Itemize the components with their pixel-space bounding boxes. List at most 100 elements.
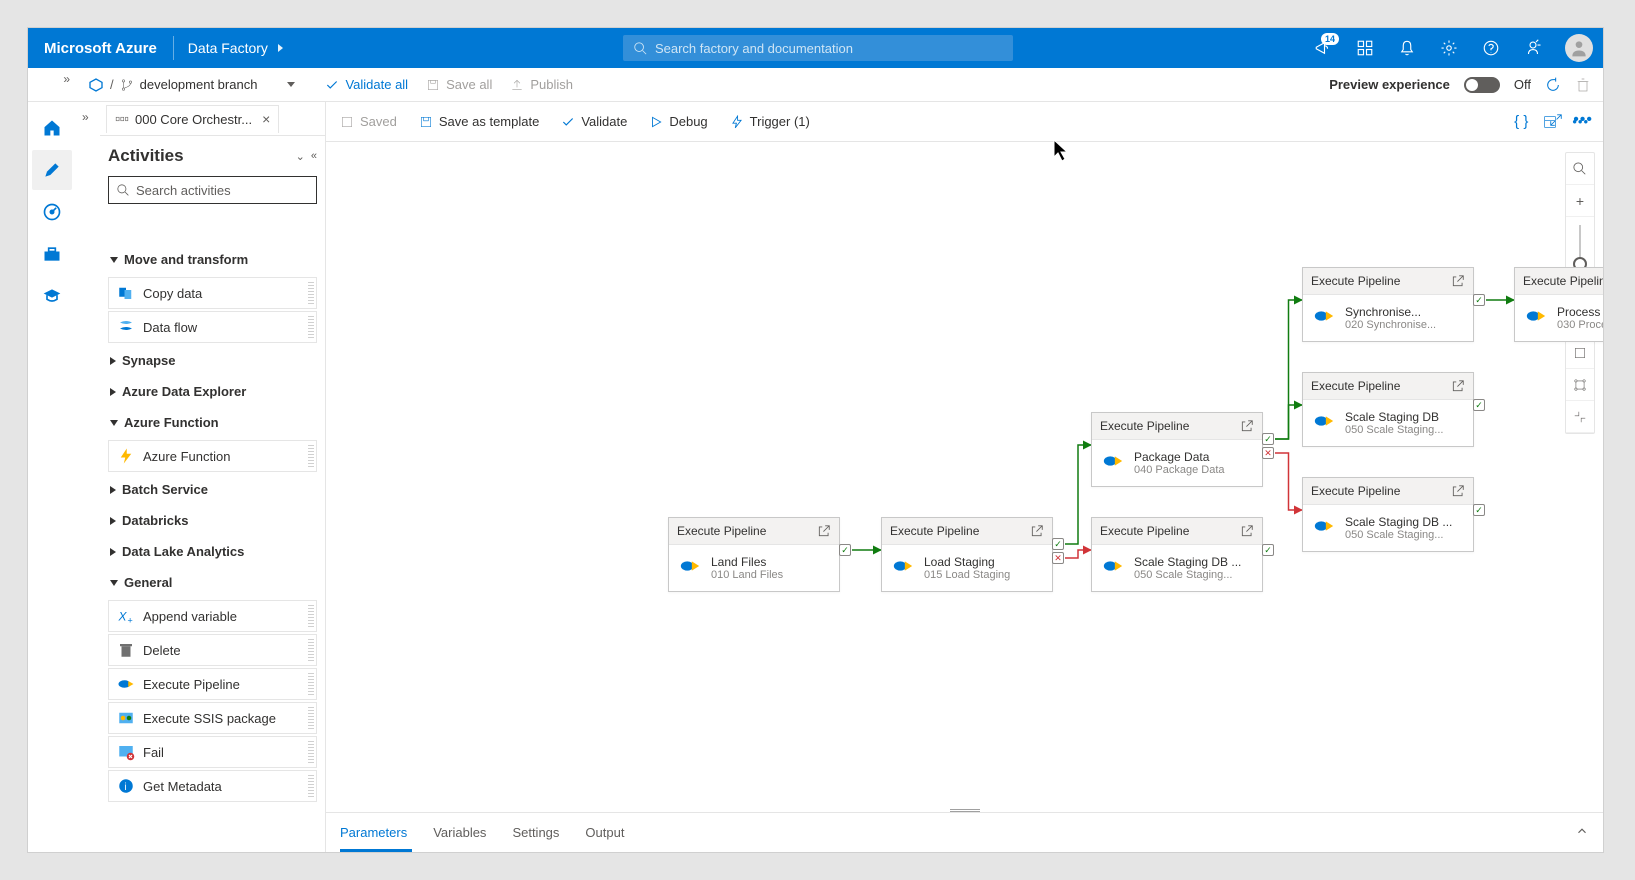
main-area: ••• Saved Save as template Validate Debu…	[326, 102, 1603, 852]
activity-category[interactable]: Synapse	[104, 345, 321, 376]
user-icon	[1569, 38, 1589, 58]
pipeline-node[interactable]: Execute Pipeline Load Staging015 Load St…	[881, 517, 1053, 592]
expand-panel-icon[interactable]	[1575, 824, 1589, 841]
chevron-down-icon	[110, 420, 118, 426]
validate-button[interactable]: Validate	[561, 114, 627, 129]
minimize-icon[interactable]	[1566, 401, 1594, 433]
activity-category[interactable]: Batch Service	[104, 474, 321, 505]
search-input[interactable]: Search factory and documentation	[623, 35, 1013, 61]
failure-port[interactable]: ✕	[1262, 447, 1274, 459]
activity-item[interactable]: Delete	[108, 634, 317, 666]
tab-variables[interactable]: Variables	[433, 825, 486, 840]
json-view-button[interactable]: { }	[1514, 113, 1528, 130]
activities-search-input[interactable]: Search activities	[108, 176, 317, 204]
success-port[interactable]: ✓	[1473, 504, 1485, 516]
activities-list[interactable]: Move and transformCopy dataData flowSyna…	[100, 242, 325, 852]
success-port[interactable]: ✓	[1262, 433, 1274, 445]
validate-all-button[interactable]: Validate all	[325, 77, 408, 92]
chevron-down-icon	[110, 580, 118, 586]
trigger-button[interactable]: Trigger (1)	[730, 114, 810, 129]
success-port[interactable]: ✓	[839, 544, 851, 556]
pipeline-tab[interactable]: 000 Core Orchestr... ×	[106, 105, 279, 133]
expand-rail-icon[interactable]: »	[63, 72, 70, 86]
canvas-search-icon[interactable]	[1566, 153, 1594, 185]
collapse-icon[interactable]: ⌄	[296, 150, 305, 163]
open-icon[interactable]	[1240, 419, 1254, 433]
layout-icon[interactable]	[1566, 369, 1594, 401]
activity-category[interactable]: Databricks	[104, 505, 321, 536]
tab-parameters[interactable]: Parameters	[340, 825, 407, 840]
open-icon[interactable]	[1240, 524, 1254, 538]
open-icon[interactable]	[1451, 484, 1465, 498]
pipeline-node[interactable]: Execute Pipeline Process Analytics...030…	[1514, 267, 1603, 342]
branch-name: development branch	[140, 77, 258, 92]
success-port[interactable]: ✓	[1052, 538, 1064, 550]
activity-category[interactable]: Data Lake Analytics	[104, 536, 321, 567]
help-button[interactable]	[1471, 28, 1511, 68]
success-port[interactable]: ✓	[1262, 544, 1274, 556]
rail-author[interactable]	[32, 150, 72, 190]
activity-item[interactable]: X+Append variable	[108, 600, 317, 632]
pipeline-node[interactable]: Execute Pipeline Package Data040 Package…	[1091, 412, 1263, 487]
open-icon[interactable]	[1451, 274, 1465, 288]
pipeline-node[interactable]: Execute Pipeline Scale Staging DB ...050…	[1091, 517, 1263, 592]
alerts-button[interactable]	[1387, 28, 1427, 68]
open-icon[interactable]	[1451, 379, 1465, 393]
upload-icon	[510, 78, 524, 92]
rail-manage[interactable]	[32, 234, 72, 274]
more-icon[interactable]: •••	[1573, 111, 1593, 129]
activity-item[interactable]: Execute Pipeline	[108, 668, 317, 700]
save-as-template-button[interactable]: Save as template	[419, 114, 539, 129]
preview-toggle[interactable]	[1464, 77, 1500, 93]
branch-selector[interactable]: / development branch	[88, 77, 295, 93]
tab-output[interactable]: Output	[585, 825, 624, 840]
drag-grip-icon	[308, 707, 314, 729]
activity-item[interactable]: Azure Function	[108, 440, 317, 472]
expand-panel-icon[interactable]: »	[82, 110, 89, 124]
avatar[interactable]	[1565, 34, 1593, 62]
grid-icon	[1356, 39, 1374, 57]
close-icon[interactable]: ×	[262, 111, 270, 127]
activity-item[interactable]: Fail	[108, 736, 317, 768]
pipeline-node[interactable]: Execute Pipeline Land Files010 Land File…	[668, 517, 840, 592]
failure-port[interactable]: ✕	[1052, 552, 1064, 564]
pipeline-canvas[interactable]: + − Execute Pipeline Land Files010 Land …	[326, 142, 1603, 812]
save-icon	[340, 115, 354, 129]
activity-item[interactable]: Data flow	[108, 311, 317, 343]
service-name[interactable]: Data Factory	[174, 40, 276, 56]
activity-category[interactable]: General	[104, 567, 321, 598]
tab-settings[interactable]: Settings	[512, 825, 559, 840]
zoom-in-icon[interactable]: +	[1566, 185, 1594, 217]
settings-button[interactable]	[1429, 28, 1469, 68]
success-port[interactable]: ✓	[1473, 399, 1485, 411]
activity-category[interactable]: Azure Function	[104, 407, 321, 438]
open-icon[interactable]	[817, 524, 831, 538]
rail-home[interactable]	[32, 108, 72, 148]
activity-category[interactable]: Move and transform	[104, 244, 321, 275]
pipeline-node[interactable]: Execute Pipeline Synchronise...020 Synch…	[1302, 267, 1474, 342]
rail-monitor[interactable]	[32, 192, 72, 232]
refresh-icon[interactable]	[1545, 77, 1561, 93]
search-icon	[117, 184, 130, 197]
notifications-button[interactable]: 14	[1303, 28, 1343, 68]
expand-icon[interactable]	[1549, 113, 1563, 127]
pipeline-node[interactable]: Execute Pipeline Scale Staging DB ...050…	[1302, 477, 1474, 552]
feedback-button[interactable]	[1513, 28, 1553, 68]
open-icon[interactable]	[1030, 524, 1044, 538]
pin-icon[interactable]: «	[311, 150, 317, 163]
pipeline-node[interactable]: Execute Pipeline Scale Staging DB050 Sca…	[1302, 372, 1474, 447]
rail-learn[interactable]	[32, 276, 72, 316]
dashboard-button[interactable]	[1345, 28, 1385, 68]
save-icon	[426, 78, 440, 92]
activity-category[interactable]: Azure Data Explorer	[104, 376, 321, 407]
activity-item[interactable]: Copy data	[108, 277, 317, 309]
breadcrumb-caret-icon[interactable]	[278, 44, 283, 52]
delete-icon[interactable]	[1575, 77, 1591, 93]
activity-item[interactable]: iGet Metadata	[108, 770, 317, 802]
debug-button[interactable]: Debug	[649, 114, 707, 129]
activity-item[interactable]: Execute SSIS package	[108, 702, 317, 734]
success-port[interactable]: ✓	[1473, 294, 1485, 306]
resize-handle[interactable]	[950, 808, 980, 813]
tab-label: 000 Core Orchestr...	[135, 112, 252, 127]
activities-title: Activities	[108, 146, 184, 166]
